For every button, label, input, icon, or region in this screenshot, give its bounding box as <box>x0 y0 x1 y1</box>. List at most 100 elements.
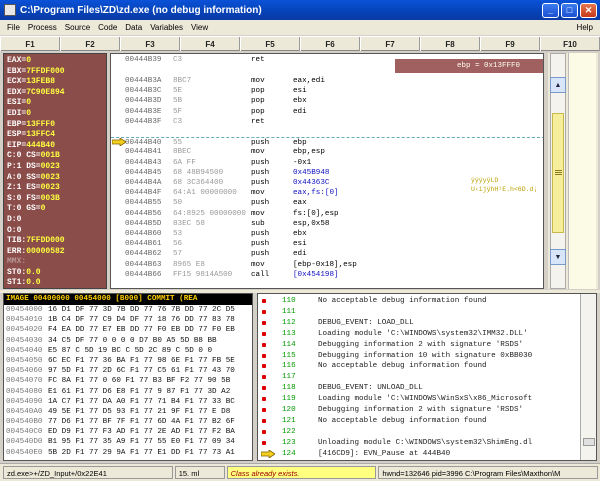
breakpoint-marker-icon[interactable] <box>262 408 266 413</box>
breakpoint-marker-icon[interactable] <box>262 440 266 445</box>
register-line[interactable]: EDX= 7C90E894 <box>7 88 103 99</box>
menu-source[interactable]: Source <box>61 20 94 35</box>
register-line[interactable]: Z:1 ES= 0023 <box>7 183 103 194</box>
dump-row[interactable]: 004540E0 5B 2D F1 77 29 9A F1 77 E1 DD F1… <box>4 448 252 458</box>
disasm-line[interactable]: 00444B62 57 push edi <box>111 249 543 259</box>
log-line[interactable]: 111 <box>258 307 596 317</box>
dump-row[interactable]: 00454090 1A C7 F1 77 DA A0 F1 77 71 B4 F1… <box>4 397 252 407</box>
register-line[interactable]: TIB: 7FFDD000 <box>7 236 103 247</box>
disasm-line[interactable]: 00444B3C 5E pop esi <box>111 86 543 96</box>
breakpoint-marker-icon[interactable] <box>262 299 266 303</box>
disasm-line[interactable]: 00444B55 50 push eax <box>111 198 543 208</box>
breakpoint-marker-icon[interactable] <box>262 375 266 380</box>
register-line[interactable]: EAX= 0 <box>7 56 103 67</box>
register-line[interactable]: ECX= 13FEB8 <box>7 77 103 88</box>
register-line[interactable]: O:0 <box>7 226 103 237</box>
register-line[interactable]: C:0 CS= 001B <box>7 151 103 162</box>
menu-help[interactable]: Help <box>573 20 597 35</box>
log-line[interactable]: 113 Loading module 'C:\WINDOWS\system32\I… <box>258 329 596 339</box>
log-current-line[interactable]: 124 [416CD9]: EVN_Pause at 444B40 <box>258 449 596 459</box>
f5-key[interactable]: F5 <box>240 37 300 51</box>
register-line[interactable]: EBX= 7FFDF000 <box>7 67 103 78</box>
register-line[interactable]: EIP= 444B40 <box>7 141 103 152</box>
breakpoint-marker-icon[interactable] <box>262 353 266 358</box>
dump-row[interactable]: 004540C0 ED D9 F1 77 F3 AD F1 77 2E AD F1… <box>4 427 252 437</box>
scroll-up-icon[interactable]: ▲ <box>550 77 566 93</box>
f2-key[interactable]: F2 <box>60 37 120 51</box>
breakpoint-marker-icon[interactable] <box>262 320 266 325</box>
dump-row[interactable]: 00454060 97 5D F1 77 2D 6C F1 77 C5 61 F1… <box>4 366 252 376</box>
disasm-line[interactable]: 00444B41 8BEC mov ebp,esp <box>111 147 543 157</box>
f3-key[interactable]: F3 <box>120 37 180 51</box>
register-line[interactable]: ESP= 13FFC4 <box>7 130 103 141</box>
menu-variables[interactable]: Variables <box>146 20 187 35</box>
dump-row[interactable]: 00454020 F4 EA DD 77 E7 EB DD 77 F0 EB DD… <box>4 325 252 335</box>
menu-data[interactable]: Data <box>121 20 146 35</box>
dump-row[interactable]: 00454030 34 C5 DF 77 0 0 0 0 D7 B0 A5 5D … <box>4 336 252 346</box>
dump-row[interactable]: 00454040 E5 87 C 5D 19 BC C 5D 2C 89 C 5D… <box>4 346 252 356</box>
disasm-line[interactable]: 00444B3F C3 ret <box>111 117 543 127</box>
current-instruction-line[interactable]: 00444B40 55 push ebp <box>111 137 543 147</box>
log-line[interactable]: 121 No acceptable debug information found <box>258 416 596 426</box>
register-panel[interactable]: EAX= 0 EBX= 7FFDF000 ECX= 13FEB8 EDX= 7C90E894 E… <box>3 53 107 289</box>
memory-dump-panel[interactable]: IMAGE 00400000 00454000 [B000] COMMIT (R… <box>3 293 253 461</box>
f6-key[interactable]: F6 <box>300 37 360 51</box>
disasm-line[interactable]: 00444B60 53 push ebx <box>111 229 543 239</box>
breakpoint-marker-icon[interactable] <box>262 419 266 424</box>
disasm-line[interactable]: 00444B56 64:8925 00000000 mov fs:[0],esp <box>111 209 543 219</box>
register-line[interactable]: ESI= 0 <box>7 98 103 109</box>
close-button[interactable]: ✕ <box>580 2 597 18</box>
dump-row[interactable]: 00454010 1B C4 DF 77 C9 D4 DF 77 18 76 DD… <box>4 315 252 325</box>
disasm-line[interactable]: 00444B61 56 push esi <box>111 239 543 249</box>
scroll-down-icon[interactable]: ▼ <box>550 249 566 265</box>
disasm-line[interactable]: 00444B3E 5F pop edi <box>111 107 543 117</box>
log-line[interactable]: 117 <box>258 372 596 382</box>
dump-row[interactable]: 004540D0 B1 95 F1 77 35 A9 F1 77 55 E0 F1… <box>4 437 252 447</box>
minimize-button[interactable]: _ <box>542 2 559 18</box>
log-scrollbar[interactable] <box>580 294 596 460</box>
disasm-line[interactable]: 00444B3D 5B pop ebx <box>111 96 543 106</box>
log-line[interactable]: 122 <box>258 427 596 437</box>
f7-key[interactable]: F7 <box>360 37 420 51</box>
log-line[interactable]: 110 No acceptable debug information found <box>258 296 596 306</box>
f9-key[interactable]: F9 <box>480 37 540 51</box>
disasm-line[interactable]: 00444B63 8965 E8 mov [ebp-0x18],esp <box>111 260 543 270</box>
disasm-line[interactable]: 00444B3A 8BC7 mov eax,edi <box>111 76 543 86</box>
breakpoint-marker-icon[interactable] <box>262 386 266 391</box>
f8-key[interactable]: F8 <box>420 37 480 51</box>
log-line[interactable]: 112 DEBUG_EVENT: LOAD_DLL <box>258 318 596 328</box>
disassembly-scrollbar[interactable]: ▲ ▼ <box>548 53 598 289</box>
maximize-button[interactable]: □ <box>561 2 578 18</box>
log-line[interactable]: 123 Unloading module C:\WINDOWS\system32\… <box>258 438 596 448</box>
f10-key[interactable]: F10 <box>540 37 600 51</box>
disasm-line[interactable] <box>111 127 543 137</box>
log-panel[interactable]: 110 No acceptable debug information found… <box>257 293 597 461</box>
register-line[interactable]: EBP= 13FFF0 <box>7 120 103 131</box>
register-line[interactable]: S:0 FS= 003B <box>7 194 103 205</box>
log-line[interactable]: 114 Debugging information 2 with signatur… <box>258 340 596 350</box>
register-line[interactable]: T:0 GS= 0 <box>7 204 103 215</box>
breakpoint-marker-icon[interactable] <box>262 429 266 434</box>
register-line[interactable]: D:0 <box>7 215 103 226</box>
register-line[interactable]: ST0: 0.0 <box>7 268 103 279</box>
register-line[interactable]: EDI= 0 <box>7 109 103 120</box>
breakpoint-marker-icon[interactable] <box>262 364 266 369</box>
dump-row[interactable]: 004540A0 49 5E F1 77 D5 93 F1 77 21 9F F1… <box>4 407 252 417</box>
register-line[interactable]: P:1 DS= 0023 <box>7 162 103 173</box>
dump-row[interactable]: 004540B0 77 D6 F1 77 BF 7F F1 77 6D 4A F1… <box>4 417 252 427</box>
breakpoint-marker-icon[interactable] <box>262 309 266 314</box>
menu-file[interactable]: File <box>3 20 24 35</box>
log-line[interactable]: 119 Loading module 'C:\WINDOWS\WinSxS\x86… <box>258 394 596 404</box>
menu-code[interactable]: Code <box>94 20 121 35</box>
dump-row[interactable]: 00454000 16 D1 DF 77 3D 7B DD 77 76 7B DD… <box>4 305 252 315</box>
disasm-line[interactable]: 00444B66 FF15 9814A500 call [0x454198] <box>111 270 543 280</box>
breakpoint-marker-icon[interactable] <box>262 342 266 347</box>
disasm-line[interactable]: 00444B5D 83EC 58 sub esp,0x58 <box>111 219 543 229</box>
scroll-thumb[interactable] <box>552 113 564 233</box>
menu-view[interactable]: View <box>187 20 212 35</box>
scroll-thumb[interactable] <box>583 438 595 446</box>
breakpoint-marker-icon[interactable] <box>262 397 266 402</box>
disasm-line[interactable]: 00444B43 6A FF push -0x1 <box>111 158 543 168</box>
dump-row[interactable]: 00454080 E1 61 F1 77 D6 E8 F1 77 9 87 F1 … <box>4 387 252 397</box>
log-line[interactable]: 116 No acceptable debug information found <box>258 361 596 371</box>
